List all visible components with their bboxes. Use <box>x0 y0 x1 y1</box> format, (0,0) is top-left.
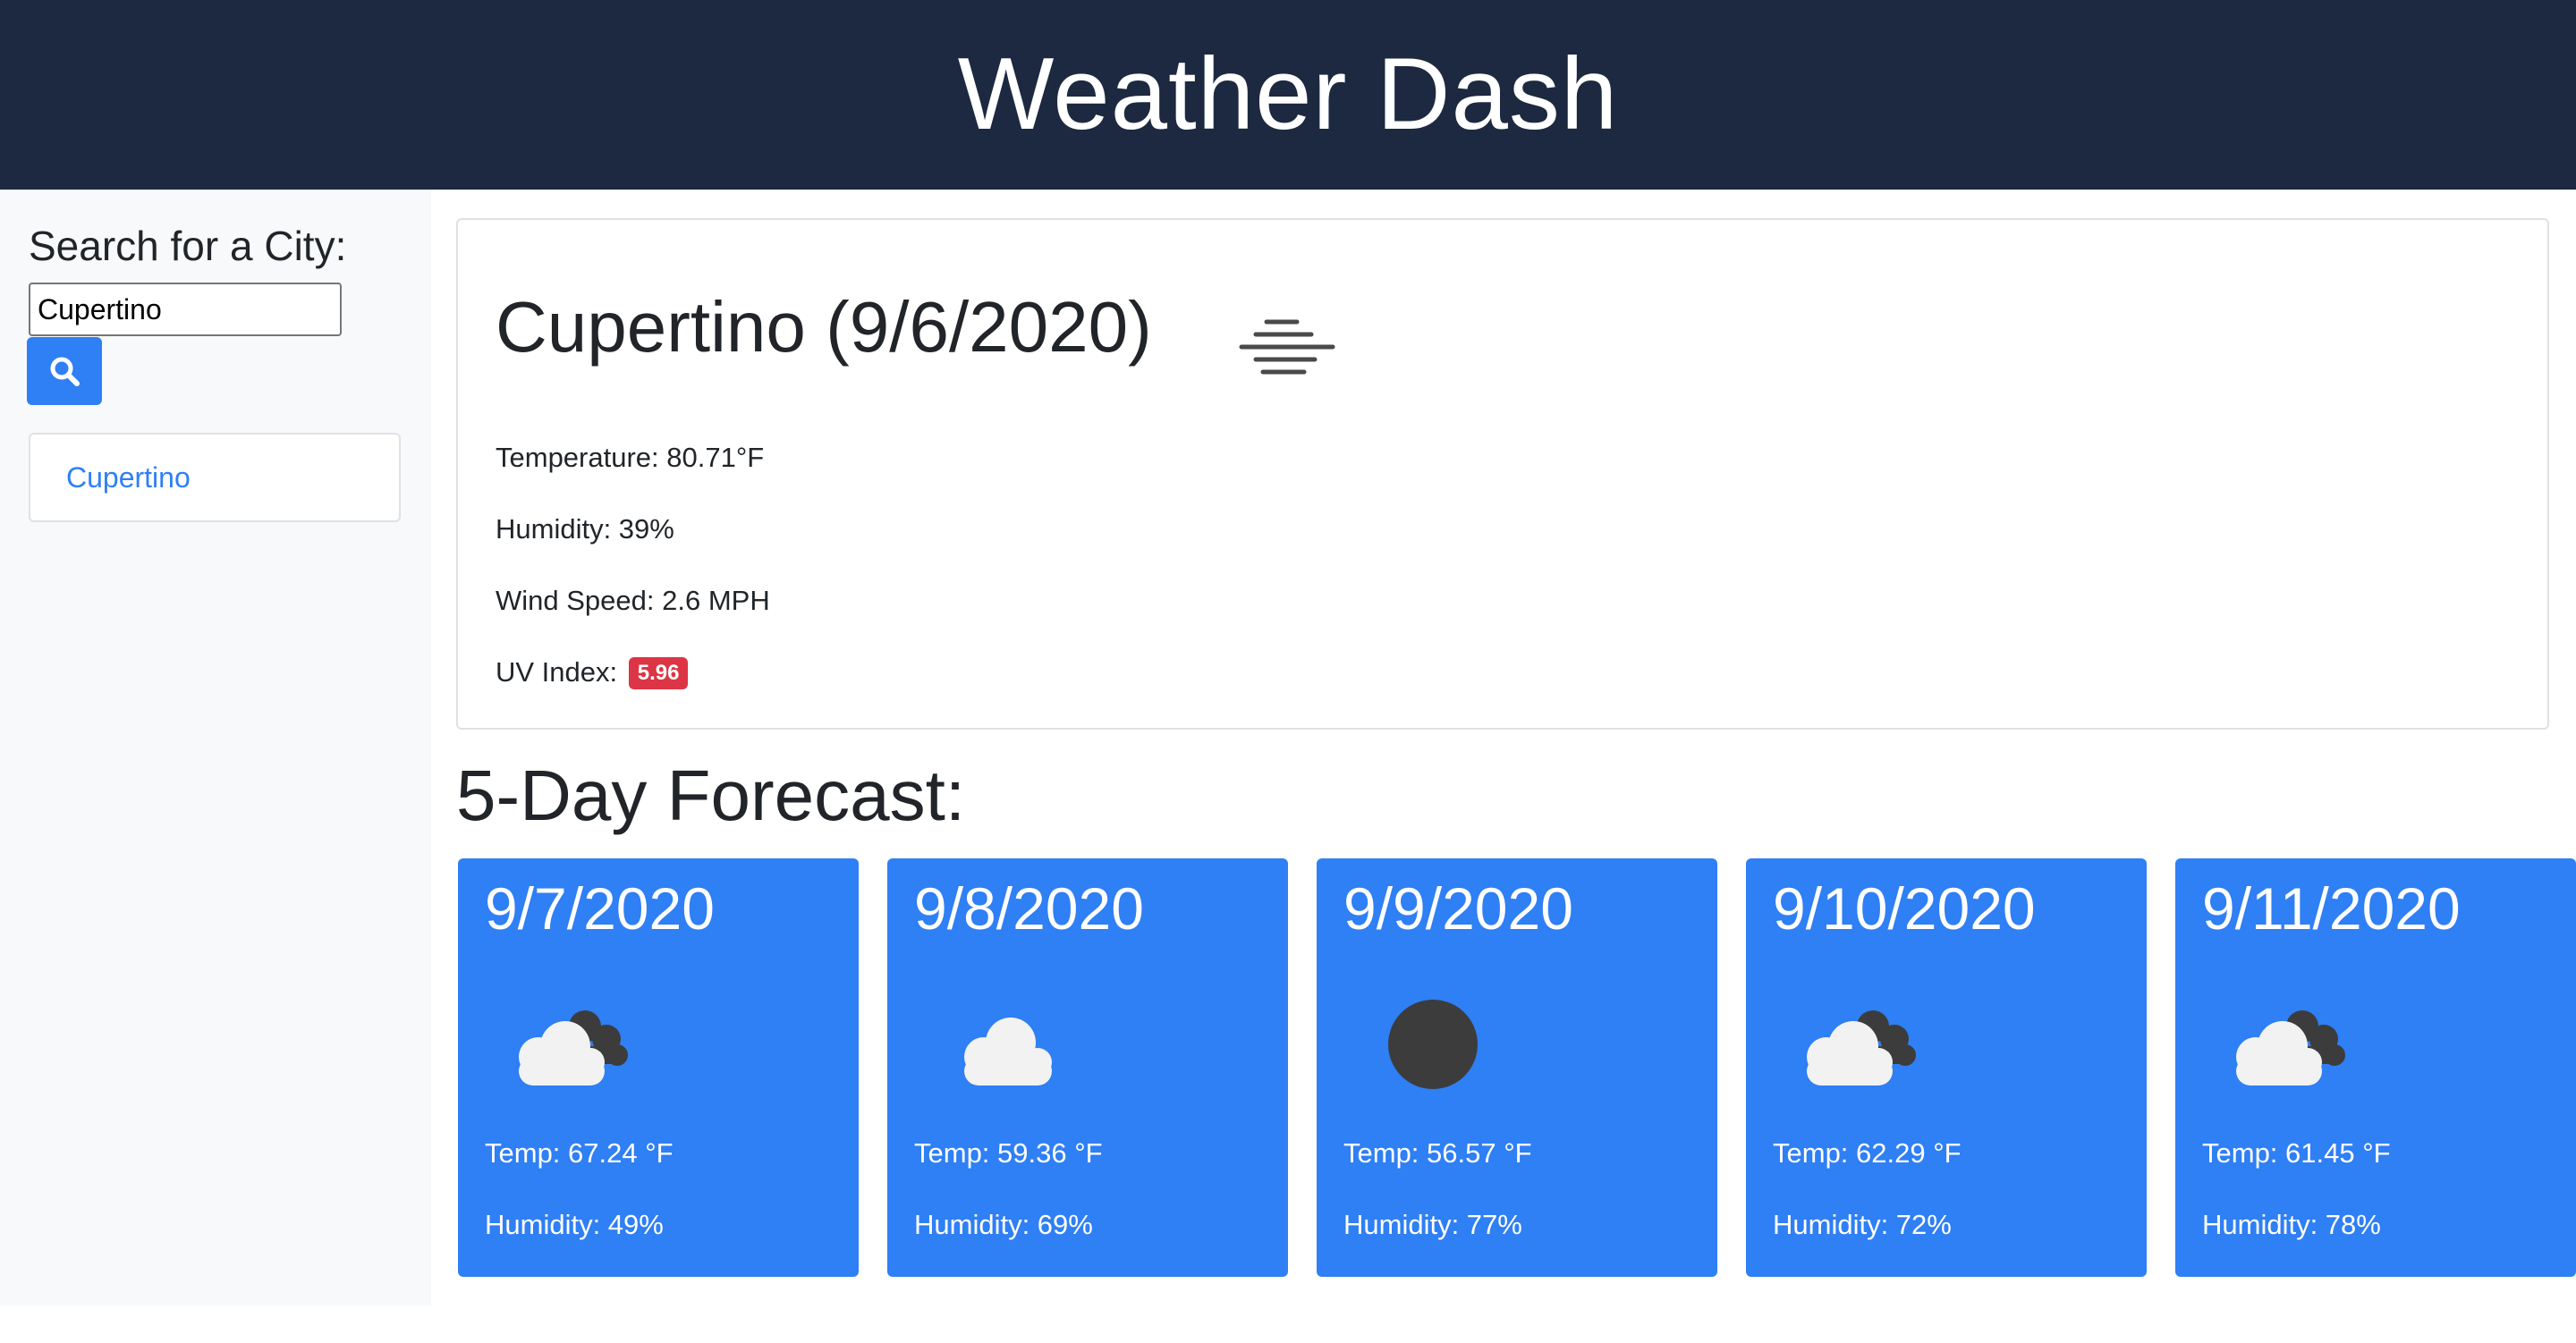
broken-clouds-icon <box>1807 1010 1916 1085</box>
current-temperature: Temperature: 80.71°F <box>496 442 765 473</box>
forecast-row: 9/7/2020 Temp: 67.24 °F Humidity: 49% 9/… <box>458 858 2576 1277</box>
forecast-card: 9/8/2020 Temp: 59.36 °F Humidity: 69% <box>887 858 1288 1277</box>
forecast-date: 9/8/2020 <box>914 875 1144 942</box>
current-uv-row: UV Index: 5.96 <box>496 656 689 689</box>
history-item-cupertino[interactable]: Cupertino <box>66 461 191 494</box>
haze-icon <box>1239 319 1335 375</box>
uv-index-badge: 5.96 <box>628 657 689 689</box>
current-humidity: Humidity: 39% <box>496 513 674 545</box>
forecast-date: 9/7/2020 <box>485 875 715 942</box>
broken-clouds-icon <box>519 1010 628 1085</box>
forecast-date: 9/9/2020 <box>1343 875 1573 942</box>
dark-sun-icon <box>1388 1000 1478 1089</box>
forecast-date: 9/11/2020 <box>2202 875 2461 942</box>
search-history-list: Cupertino <box>29 433 401 522</box>
broken-clouds-icon <box>2236 1010 2345 1085</box>
forecast-card: 9/11/2020 Temp: 61.45 °F Humidity: 78% <box>2175 858 2576 1277</box>
forecast-humidity: Humidity: 72% <box>1773 1209 1952 1240</box>
city-search-input[interactable] <box>29 283 342 336</box>
forecast-temp: Temp: 59.36 °F <box>914 1137 1103 1169</box>
current-weather-card: Cupertino (9/6/2020) Temperature: 80.71°… <box>456 218 2549 730</box>
search-button[interactable] <box>27 337 102 405</box>
sidebar: Search for a City: Cupertino <box>0 190 431 1305</box>
forecast-card: 9/9/2020 Temp: 56.57 °F Humidity: 77% <box>1317 858 1717 1277</box>
header: Weather Dash <box>0 0 2576 190</box>
app-title: Weather Dash <box>957 38 1619 151</box>
uv-index-label: UV Index: <box>496 656 618 688</box>
forecast-humidity: Humidity: 77% <box>1343 1209 1522 1240</box>
cloud-icon <box>964 1018 1052 1085</box>
forecast-temp: Temp: 62.29 °F <box>1773 1137 1962 1169</box>
forecast-card: 9/10/2020 Temp: 62.29 °F Humidity: 72% <box>1746 858 2147 1277</box>
forecast-humidity: Humidity: 49% <box>485 1209 664 1240</box>
forecast-card: 9/7/2020 Temp: 67.24 °F Humidity: 49% <box>458 858 859 1277</box>
forecast-humidity: Humidity: 78% <box>2202 1209 2381 1240</box>
forecast-humidity: Humidity: 69% <box>914 1209 1093 1240</box>
forecast-temp: Temp: 67.24 °F <box>485 1137 674 1169</box>
forecast-date: 9/10/2020 <box>1773 875 2036 942</box>
current-city-title: Cupertino (9/6/2020) <box>496 287 1152 367</box>
search-icon <box>50 357 80 386</box>
current-wind-speed: Wind Speed: 2.6 MPH <box>496 585 770 616</box>
forecast-title: 5-Day Forecast: <box>456 756 966 835</box>
search-heading: Search for a City: <box>29 223 347 269</box>
forecast-temp: Temp: 56.57 °F <box>1343 1137 1532 1169</box>
forecast-temp: Temp: 61.45 °F <box>2202 1137 2391 1169</box>
